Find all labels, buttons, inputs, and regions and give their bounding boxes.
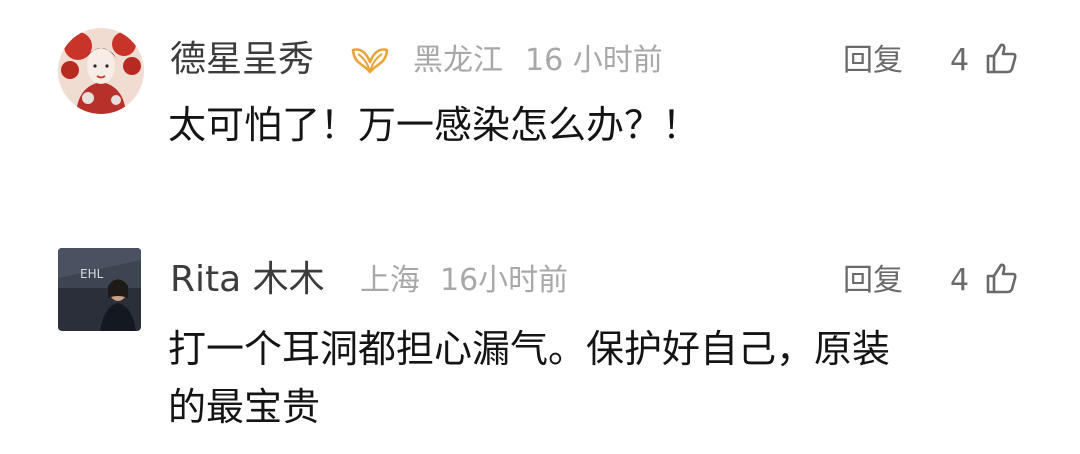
avatar-text: EHL <box>80 267 104 281</box>
thumbs-up-icon[interactable] <box>984 40 1020 76</box>
timestamp: 16小时前 <box>440 263 569 298</box>
comment-text-line-1: 打一个耳洞都担心漏气。保护好自己，原装 <box>168 327 891 371</box>
reply-button[interactable]: 回复 <box>843 46 903 76</box>
like-count: 4 <box>950 263 970 298</box>
avatar[interactable]: EHL <box>58 248 141 331</box>
comment-text: 太可怕了！万一感染怎么办？！ <box>168 103 701 147</box>
timestamp: 16 小时前 <box>525 43 663 78</box>
avatar-illustration-icon <box>58 28 144 114</box>
username[interactable]: 德星呈秀 <box>170 42 314 78</box>
avatar[interactable] <box>58 28 144 114</box>
location: 上海 <box>360 263 420 298</box>
avatar-photo-icon: EHL <box>58 248 141 331</box>
like-count: 4 <box>950 43 970 78</box>
username[interactable]: Rita 木木 <box>170 262 325 298</box>
reply-button[interactable]: 回复 <box>843 266 903 296</box>
comment-item: 德星呈秀 黑龙江 16 小时前 回复 4 太可怕了！万一感染怎么办？！ <box>0 0 1080 220</box>
thumbs-up-icon[interactable] <box>984 260 1020 296</box>
comment-text-line-2: 的最宝贵 <box>168 385 321 429</box>
vip-badge-icon <box>351 48 389 74</box>
comment-item: EHL Rita 木木 上海 16小时前 回复 4 打一个耳洞都担心漏气。保护好… <box>0 230 1080 454</box>
location: 黑龙江 <box>413 43 503 78</box>
